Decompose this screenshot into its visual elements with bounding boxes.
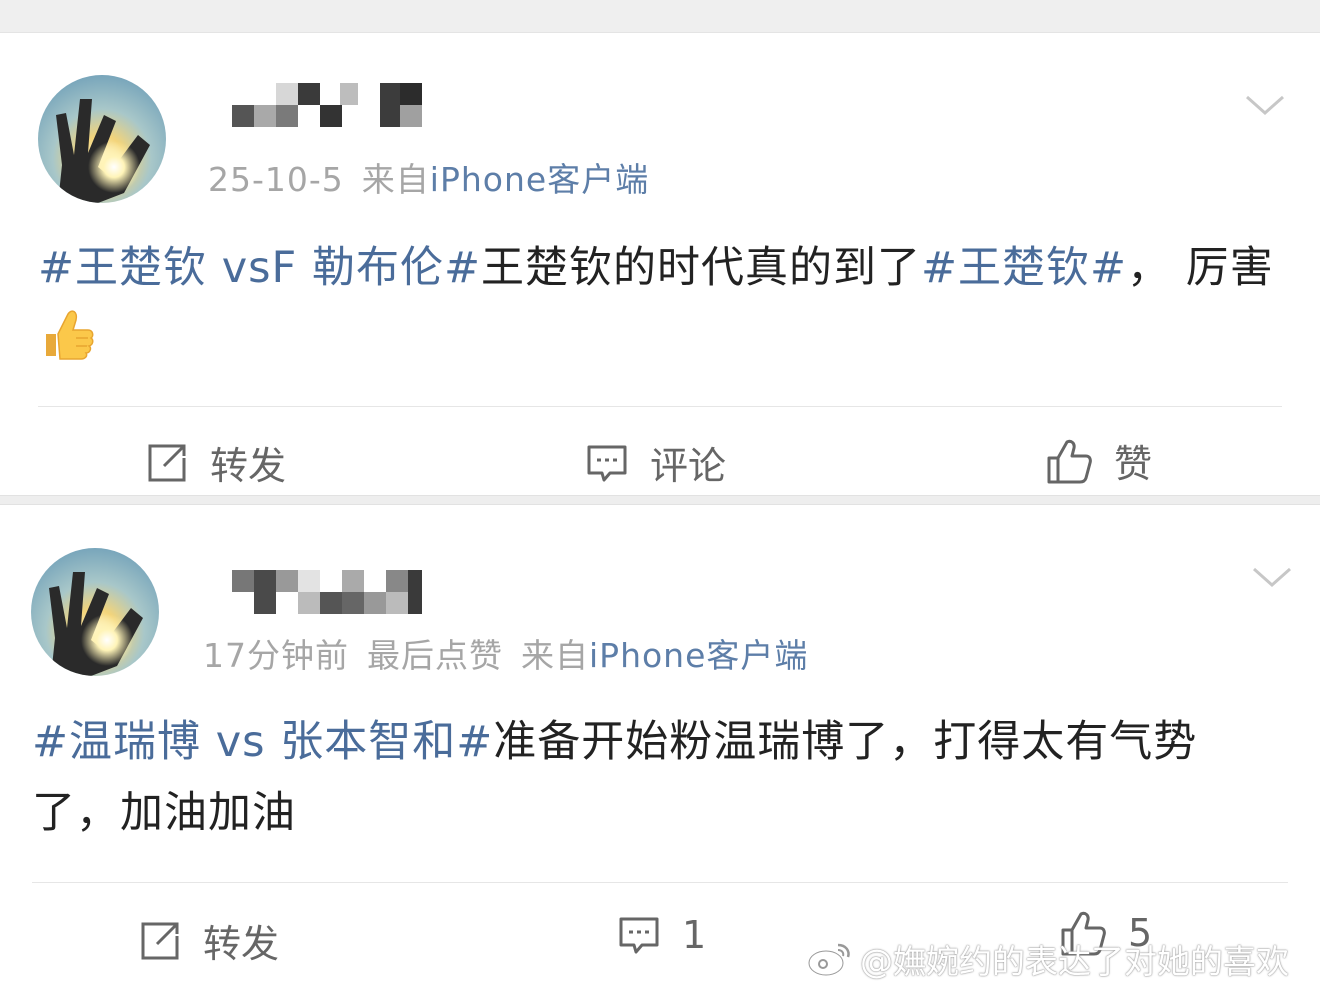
repost-icon bbox=[141, 922, 179, 959]
watermark-text: @嫵婉约的表达了对她的喜欢 bbox=[860, 942, 1289, 981]
meta-from: 来自 bbox=[521, 636, 589, 675]
topic-tag[interactable]: #王楚钦# bbox=[921, 243, 1127, 293]
post-meta: 17分钟前 最后点赞 来自iPhone客户端 bbox=[203, 629, 808, 677]
avatar[interactable] bbox=[38, 75, 166, 203]
like-label: 赞 bbox=[1114, 442, 1153, 486]
meta-last-like: 最后点赞 bbox=[367, 636, 503, 675]
meta-from: 来自 bbox=[361, 160, 430, 199]
post-card[interactable]: 17分钟前 最后点赞 来自iPhone客户端 #温瑞博 vs 张本智和#准备开始粉温… bbox=[0, 505, 1320, 990]
post-card[interactable]: 25-10-5 来自iPhone客户端 #王楚钦 vsF 勒布伦#王楚钦的时代真的… bbox=[0, 33, 1320, 495]
post-text: ， 厉害 bbox=[1127, 243, 1274, 293]
post-text: 王楚钦的时代真的到了 bbox=[480, 243, 921, 293]
repost-button[interactable]: 转发 bbox=[139, 913, 279, 968]
username-blurred[interactable] bbox=[232, 83, 427, 127]
post-content: #王楚钦 vsF 勒布伦#王楚钦的时代真的到了#王楚钦#， 厉害 bbox=[38, 233, 1288, 378]
client-device-link[interactable]: iPhone bbox=[589, 636, 706, 675]
username-blurred[interactable] bbox=[232, 570, 427, 614]
comment-icon bbox=[587, 445, 627, 481]
post-time: 25-10-5 bbox=[208, 160, 344, 199]
divider bbox=[38, 406, 1282, 407]
repost-label: 转发 bbox=[203, 922, 280, 966]
repost-button[interactable]: 转发 bbox=[146, 435, 286, 490]
post-content: #温瑞博 vs 张本智和#准备开始粉温瑞博了，打得太有气势了，加油加油 bbox=[32, 707, 1282, 849]
client-device-link[interactable]: iPhone bbox=[430, 163, 547, 199]
avatar[interactable] bbox=[31, 548, 159, 676]
like-button[interactable]: 赞 bbox=[1046, 433, 1152, 488]
client-label[interactable]: 客户端 bbox=[706, 636, 808, 675]
weibo-logo-icon bbox=[807, 943, 850, 977]
topic-tag[interactable]: #温瑞博 vs 张本智和# bbox=[32, 717, 493, 767]
repost-icon bbox=[148, 444, 186, 481]
post-separator bbox=[0, 495, 1320, 505]
watermark: @嫵婉约的表达了对她的喜欢 bbox=[806, 935, 1289, 983]
chevron-down-icon[interactable] bbox=[1245, 93, 1285, 117]
comment-button[interactable]: 1 bbox=[618, 913, 706, 957]
post-meta: 25-10-5 来自iPhone客户端 bbox=[208, 160, 649, 201]
comment-count: 1 bbox=[682, 913, 707, 957]
like-icon bbox=[1047, 439, 1092, 483]
chevron-down-icon[interactable] bbox=[1252, 565, 1292, 589]
repost-label: 转发 bbox=[210, 444, 287, 488]
client-label[interactable]: 客户端 bbox=[547, 163, 649, 199]
post-time: 17分钟前 bbox=[203, 636, 349, 675]
thumbs-up-emoji bbox=[46, 310, 94, 360]
divider bbox=[32, 882, 1288, 883]
comment-button[interactable]: 评论 bbox=[586, 435, 726, 490]
top-spacer bbox=[0, 0, 1320, 33]
comment-icon bbox=[619, 917, 659, 954]
topic-tag[interactable]: #王楚钦 vsF 勒布伦# bbox=[38, 243, 481, 293]
comment-label: 评论 bbox=[650, 444, 727, 488]
